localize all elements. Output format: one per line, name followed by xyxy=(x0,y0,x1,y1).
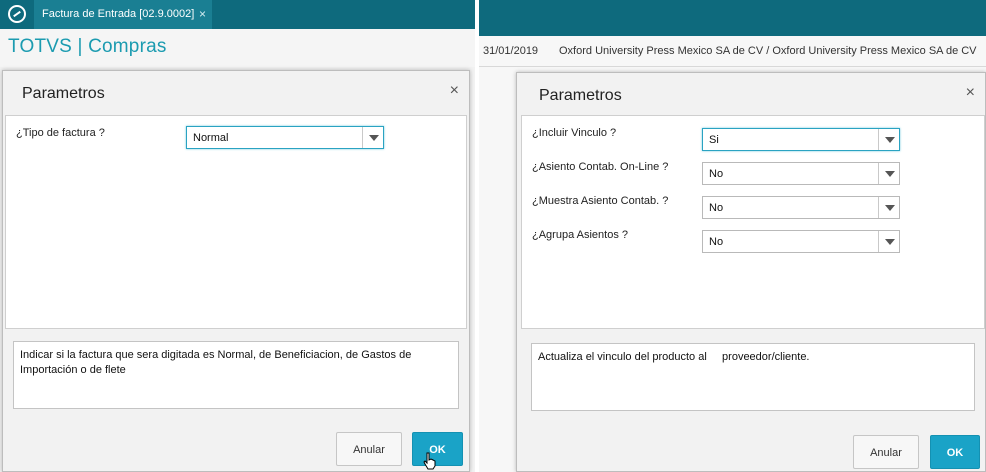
field-label-agrupa-asientos: ¿Agrupa Asientos ? xyxy=(532,229,629,241)
select-value: Si xyxy=(709,134,719,146)
dialog-title: Parametros xyxy=(539,87,622,104)
dialog-title: Parametros xyxy=(22,85,105,102)
select-value: No xyxy=(709,202,724,214)
field-label-incluir-vinculo: ¿Incluir Vinculo ? xyxy=(532,127,617,139)
chevron-down-icon[interactable] xyxy=(362,127,383,148)
screen: Factura de Entrada [02.9.0002] × TOTVS |… xyxy=(0,0,986,472)
cancel-button[interactable]: Anular xyxy=(336,432,402,466)
ok-button[interactable]: OK xyxy=(930,435,980,469)
dialog-header: Parametros × xyxy=(3,71,469,115)
incluir-vinculo-select[interactable]: Si xyxy=(702,128,900,151)
close-icon[interactable]: × xyxy=(966,84,975,102)
tipo-factura-select[interactable]: Normal xyxy=(186,126,384,149)
parametros-dialog: Parametros × ¿Tipo de factura ? Normal I… xyxy=(2,70,470,472)
muestra-asiento-select[interactable]: No xyxy=(702,196,900,219)
close-icon[interactable]: × xyxy=(199,0,206,29)
company-text: Oxford University Press Mexico SA de CV … xyxy=(559,45,977,57)
date-text: 31/01/2019 xyxy=(483,45,539,57)
parametros-dialog: Parametros × ¿Incluir Vinculo ? Si ¿Asie… xyxy=(516,72,986,472)
info-bar: 31/01/2019 Oxford University Press Mexic… xyxy=(479,36,986,67)
field-label-asiento-online: ¿Asiento Contab. On-Line ? xyxy=(532,161,669,173)
left-window: Factura de Entrada [02.9.0002] × TOTVS |… xyxy=(0,0,475,472)
close-icon[interactable]: × xyxy=(450,82,459,100)
parameters-panel: ¿Tipo de factura ? Normal xyxy=(5,115,467,329)
chevron-down-icon[interactable] xyxy=(878,163,899,184)
field-label-tipo-factura: ¿Tipo de factura ? xyxy=(16,127,105,139)
ok-button[interactable]: OK xyxy=(412,432,463,466)
chevron-down-icon[interactable] xyxy=(878,231,899,252)
help-text-box: Indicar si la factura que sera digitada … xyxy=(13,341,459,409)
chevron-down-icon[interactable] xyxy=(878,197,899,218)
hand-cursor-icon xyxy=(423,452,436,470)
help-text-box: Actualiza el vinculo del producto al pro… xyxy=(531,343,975,411)
tab-factura-de-entrada[interactable]: Factura de Entrada [02.9.0002] × xyxy=(34,0,212,29)
top-bar xyxy=(479,0,986,36)
dialog-header: Parametros × xyxy=(517,73,985,117)
select-value: No xyxy=(709,236,724,248)
select-value: Normal xyxy=(193,132,229,144)
asiento-online-select[interactable]: No xyxy=(702,162,900,185)
tab-label: Factura de Entrada [02.9.0002] xyxy=(42,8,195,20)
logo-icon[interactable] xyxy=(8,5,26,23)
right-window: 31/01/2019 Oxford University Press Mexic… xyxy=(479,0,986,472)
select-value: No xyxy=(709,168,724,180)
agrupa-asientos-select[interactable]: No xyxy=(702,230,900,253)
cancel-button[interactable]: Anular xyxy=(853,435,919,469)
app-title: TOTVS | Compras xyxy=(8,36,167,57)
chevron-down-icon[interactable] xyxy=(878,129,899,150)
top-bar: Factura de Entrada [02.9.0002] × xyxy=(0,0,475,29)
field-label-muestra-asiento: ¿Muestra Asiento Contab. ? xyxy=(532,195,669,207)
parameters-panel: ¿Incluir Vinculo ? Si ¿Asiento Contab. O… xyxy=(521,115,985,329)
